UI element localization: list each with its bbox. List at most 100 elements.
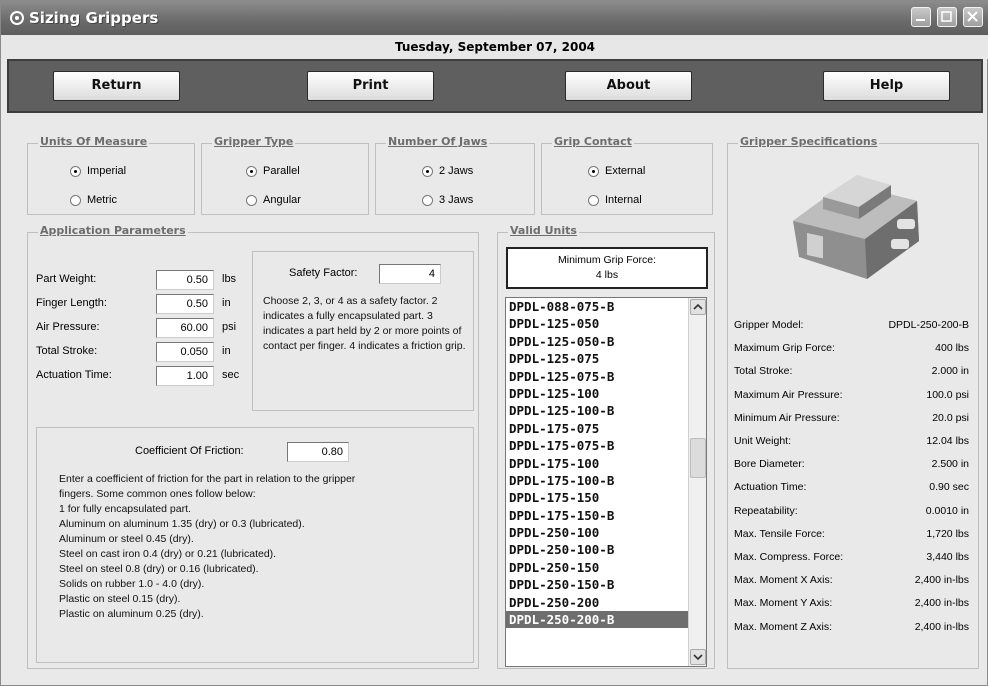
safety-factor-label: Safety Factor: (289, 267, 358, 279)
about-button[interactable]: About (565, 71, 692, 101)
return-button[interactable]: Return (53, 71, 180, 101)
radio-unselected-icon (588, 195, 599, 206)
radio-unselected-icon (422, 195, 433, 206)
friction-help-line: Plastic on steel 0.15 (dry). (59, 593, 181, 605)
valid-unit-item[interactable]: DPDL-250-150-B (506, 576, 706, 593)
application-parameters-title: Application Parameters (38, 224, 188, 237)
valid-unit-item[interactable]: DPDL-175-100 (506, 455, 706, 472)
radio-unselected-icon (246, 195, 257, 206)
number-of-jaws-group: Number Of Jaws 2 Jaws 3 Jaws (375, 135, 535, 215)
list-scrollbar[interactable] (688, 298, 706, 666)
spec-label: Gripper Model: (734, 319, 804, 331)
sizing-grippers-window: Sizing Grippers Tuesday, September 07, 2… (0, 0, 988, 686)
friction-help-line: Plastic on aluminum 0.25 (dry). (59, 608, 204, 620)
finger-length-input[interactable]: 0.50 (156, 294, 214, 314)
minimum-grip-force-box: Minimum Grip Force: 4 lbs (506, 247, 708, 289)
friction-label: Coefficient Of Friction: (135, 445, 244, 457)
scroll-thumb[interactable] (690, 438, 706, 478)
spec-value: 20.0 psi (932, 411, 969, 424)
number-of-jaws-title: Number Of Jaws (386, 135, 490, 148)
friction-help-line: 1 for fully encapsulated part. (59, 503, 191, 515)
friction-help-text: Enter a coefficient of friction for the … (59, 472, 469, 622)
radio-label: Metric (87, 194, 117, 206)
valid-unit-item[interactable]: DPDL-125-050 (506, 315, 706, 332)
valid-unit-item[interactable]: DPDL-175-150-B (506, 507, 706, 524)
spec-value: 2,400 in-lbs (914, 574, 969, 587)
valid-unit-item[interactable]: DPDL-125-050-B (506, 333, 706, 350)
valid-unit-item[interactable]: DPDL-250-100-B (506, 541, 706, 558)
close-button[interactable] (963, 7, 983, 27)
spec-label: Bore Diameter: (734, 458, 805, 471)
valid-unit-item[interactable]: DPDL-175-100-B (506, 472, 706, 489)
valid-unit-item[interactable]: DPDL-250-150 (506, 559, 706, 576)
spec-value: 3,440 lbs (926, 551, 969, 563)
valid-unit-item[interactable]: DPDL-125-100-B (506, 402, 706, 419)
minimize-button[interactable] (911, 7, 931, 27)
spec-label: Max. Compress. Force: (734, 551, 844, 563)
valid-unit-item[interactable]: DPDL-250-100 (506, 524, 706, 541)
safety-factor-input[interactable]: 4 (379, 264, 441, 284)
valid-units-list[interactable]: DPDL-088-075-B DPDL-125-050 DPDL-125-050-B… (505, 297, 707, 667)
scroll-down-button[interactable] (690, 649, 706, 665)
valid-unit-item[interactable]: DPDL-175-150 (506, 489, 706, 506)
gripper-specifications-title: Gripper Specifications (738, 135, 880, 148)
help-button[interactable]: Help (823, 71, 950, 101)
valid-unit-item[interactable]: DPDL-175-075 (506, 420, 706, 437)
part-weight-unit: lbs (222, 273, 237, 285)
air-pressure-input[interactable]: 60.00 (156, 318, 214, 338)
valid-unit-item[interactable]: DPDL-125-075-B (506, 368, 706, 385)
radio-selected-icon (422, 166, 433, 177)
spec-label: Max. Moment Y Axis: (734, 597, 833, 610)
spec-value: 2,400 in-lbs (914, 620, 969, 633)
units-of-measure-title: Units Of Measure (38, 135, 150, 148)
spec-value: 0.0010 in (925, 504, 969, 517)
print-button[interactable]: Print (307, 71, 434, 101)
valid-unit-item[interactable]: DPDL-175-075-B (506, 437, 706, 454)
spec-value: 1,720 lbs (926, 527, 969, 540)
radio-label: 3 Jaws (439, 194, 474, 206)
scroll-up-button[interactable] (690, 299, 706, 315)
radio-label: Angular (263, 194, 301, 206)
minimum-grip-force-label: Minimum Grip Force: (557, 254, 656, 266)
valid-unit-item[interactable]: DPDL-250-200 (506, 594, 706, 611)
valid-units-items: DPDL-088-075-B DPDL-125-050 DPDL-125-050-B… (506, 298, 706, 629)
part-weight-input[interactable]: 0.50 (156, 270, 214, 290)
maximize-button[interactable] (937, 7, 957, 27)
gripper-type-title: Gripper Type (212, 135, 296, 148)
total-stroke-label: Total Stroke: (36, 345, 98, 357)
valid-unit-item[interactable]: DPDL-125-075 (506, 350, 706, 367)
spec-label: Max. Tensile Force: (734, 527, 825, 540)
friction-input[interactable]: 0.80 (287, 442, 349, 462)
application-parameters-group: Application Parameters Part Weight: 0.50… (27, 224, 479, 669)
spec-value: 400 lbs (935, 342, 969, 355)
units-of-measure-group: Units Of Measure Imperial Metric (27, 135, 195, 215)
minimum-grip-force-value: 4 lbs (595, 269, 619, 281)
valid-units-title: Valid Units (508, 224, 579, 237)
finger-length-label: Finger Length: (36, 297, 107, 309)
grip-contact-title: Grip Contact (552, 135, 634, 148)
total-stroke-input[interactable]: 0.050 (156, 342, 214, 362)
air-pressure-label: Air Pressure: (36, 321, 100, 333)
friction-help-line: Steel on steel 0.8 (dry) or 0.16 (lubric… (59, 563, 259, 575)
title-bar[interactable]: Sizing Grippers (1, 1, 988, 35)
actuation-time-input[interactable]: 1.00 (156, 366, 214, 386)
friction-help-line: Enter a coefficient of friction for the … (59, 473, 356, 485)
spec-value: 2.000 in (931, 365, 969, 378)
valid-unit-item[interactable]: DPDL-088-075-B (506, 298, 706, 315)
radio-unselected-icon (70, 195, 81, 206)
part-weight-label: Part Weight: (36, 273, 97, 285)
spec-value: DPDL-250-200-B (888, 319, 969, 331)
chevron-up-icon (693, 303, 703, 310)
spec-label: Unit Weight: (734, 435, 791, 447)
radio-selected-icon (246, 166, 257, 177)
spec-label: Repeatability: (734, 504, 798, 517)
valid-unit-item[interactable]: DPDL-125-100 (506, 385, 706, 402)
spec-label: Max. Moment Z Axis: (734, 620, 833, 633)
radio-selected-icon (70, 166, 81, 177)
friction-panel: Coefficient Of Friction: 0.80 Enter a co… (36, 427, 474, 663)
radio-label: 2 Jaws (439, 165, 474, 177)
safety-factor-description: Choose 2, 3, or 4 as a safety factor. 2 … (263, 295, 466, 352)
actuation-time-unit: sec (222, 369, 240, 381)
friction-help-line: fingers. Some common ones follow below: (59, 488, 256, 500)
valid-unit-item[interactable]: DPDL-250-200-B (506, 611, 706, 629)
